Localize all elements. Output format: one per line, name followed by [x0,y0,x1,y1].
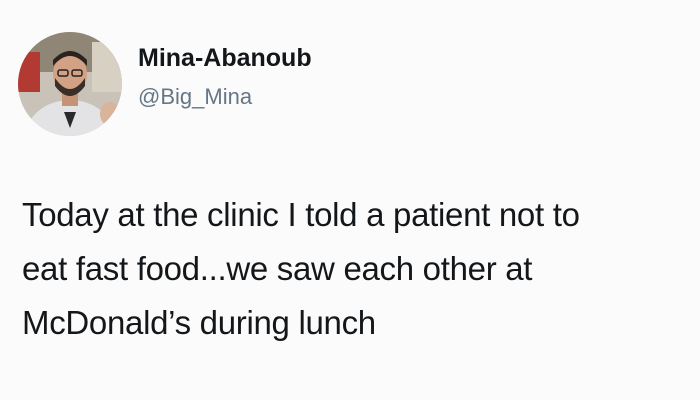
tweet-text-line: eat fast food...we saw each other at [22,250,533,287]
display-name[interactable]: Mina-Abanoub [138,43,312,73]
tweet-card: Mina-Abanoub @Big_Mina Today at the clin… [0,0,700,400]
author-names: Mina-Abanoub @Big_Mina [138,43,312,111]
user-handle[interactable]: @Big_Mina [138,83,312,111]
profile-photo-icon [18,32,122,136]
tweet-text-line: McDonald’s during lunch [22,304,376,341]
tweet-header: Mina-Abanoub @Big_Mina [18,32,312,136]
tweet-text: Today at the clinic I told a patient not… [22,188,694,350]
tweet-text-line: Today at the clinic I told a patient not… [22,196,580,233]
avatar[interactable] [18,32,122,136]
